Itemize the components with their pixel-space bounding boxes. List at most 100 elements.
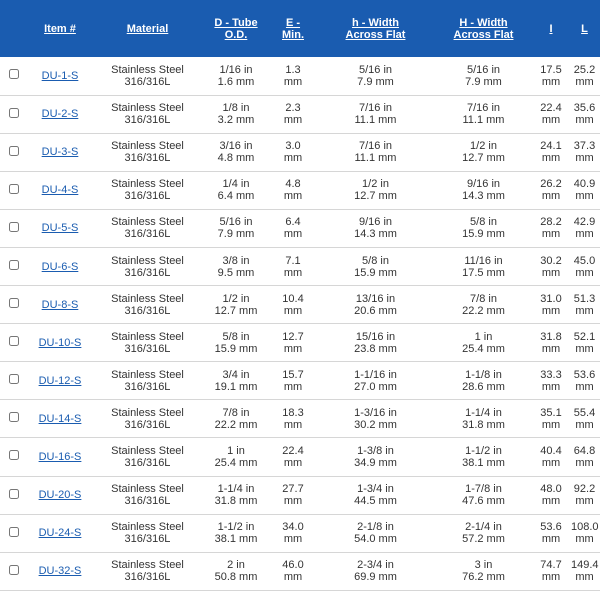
- row-select-checkbox[interactable]: [9, 183, 19, 194]
- header-h-big[interactable]: H - Width Across Flat: [434, 0, 533, 57]
- item-link[interactable]: DU-20-S: [39, 489, 82, 501]
- sort-material-link[interactable]: Material: [127, 23, 169, 35]
- i-cell-line1: 53.6: [540, 521, 562, 534]
- header-i[interactable]: I: [533, 0, 569, 57]
- h-small-cell: 1/2 in 12.7 mm: [317, 171, 434, 209]
- h-small-cell: 7/16 in 11.1 mm: [317, 133, 434, 171]
- header-h-small[interactable]: h - Width Across Flat: [317, 0, 434, 57]
- d-tube-cell-line1: 5/8 in: [222, 330, 250, 343]
- d-tube-cell-line2: 31.8 mm: [214, 495, 258, 508]
- l-cell-line1: 51.3: [573, 292, 596, 305]
- e-min-cell: 15.7 mm: [269, 362, 317, 400]
- i-cell-line1: 40.4: [540, 444, 562, 457]
- l-cell-line1: 149.4: [571, 559, 599, 572]
- row-select-checkbox[interactable]: [9, 107, 19, 118]
- h-small-cell-line1: 1-1/16 in: [354, 368, 397, 381]
- item-link[interactable]: DU-32-S: [39, 565, 82, 577]
- material-cell: Stainless Steel 316/316L: [92, 171, 203, 209]
- l-cell-line1: 45.0: [573, 254, 596, 267]
- h-big-cell: 1 in 25.4 mm: [434, 324, 533, 362]
- sort-i-link[interactable]: I: [549, 23, 552, 35]
- material-cell-line2: 316/316L: [124, 304, 171, 317]
- material-cell-line2: 316/316L: [124, 571, 171, 584]
- sort-l-link[interactable]: L: [581, 23, 588, 35]
- l-cell: 25.2 mm: [569, 57, 600, 95]
- row-select-cell: [0, 171, 28, 209]
- item-link[interactable]: DU-24-S: [39, 527, 82, 539]
- h-big-cell: 9/16 in 14.3 mm: [434, 171, 533, 209]
- row-select-checkbox[interactable]: [9, 336, 19, 347]
- e-min-cell-line2: mm: [283, 228, 303, 241]
- h-big-cell-line1: 9/16 in: [466, 178, 501, 191]
- row-select-checkbox[interactable]: [9, 564, 19, 575]
- i-cell: 74.7 mm: [533, 552, 569, 590]
- h-small-cell-line1: 1/2 in: [362, 178, 389, 191]
- h-big-cell-line1: 5/16 in: [466, 63, 501, 76]
- l-cell-line2: mm: [575, 190, 594, 203]
- item-link[interactable]: DU-1-S: [42, 70, 79, 82]
- item-link[interactable]: DU-16-S: [39, 451, 82, 463]
- sort-h-big-link[interactable]: H - Width Across Flat: [436, 17, 531, 41]
- d-tube-cell-line2: 12.7 mm: [214, 304, 258, 317]
- material-cell-line2: 316/316L: [124, 342, 171, 355]
- row-select-checkbox[interactable]: [9, 488, 19, 499]
- row-select-checkbox[interactable]: [9, 145, 19, 156]
- d-tube-cell-line2: 25.4 mm: [214, 456, 258, 469]
- sort-h-small-link[interactable]: h - Width Across Flat: [319, 17, 432, 41]
- row-select-checkbox[interactable]: [9, 260, 19, 271]
- e-min-cell-line1: 27.7: [282, 483, 304, 496]
- item-link[interactable]: DU-12-S: [39, 375, 82, 387]
- item-link[interactable]: DU-6-S: [42, 261, 79, 273]
- sort-item-link[interactable]: Item #: [44, 23, 76, 35]
- row-select-checkbox[interactable]: [9, 221, 19, 232]
- row-select-checkbox[interactable]: [9, 526, 19, 537]
- row-select-checkbox[interactable]: [9, 69, 19, 80]
- item-link[interactable]: DU-14-S: [39, 413, 82, 425]
- e-min-cell-line1: 2.3: [285, 102, 301, 115]
- header-d-tube[interactable]: D - Tube O.D.: [203, 0, 269, 57]
- material-cell-line2: 316/316L: [124, 456, 171, 469]
- item-cell: DU-14-S: [28, 400, 92, 438]
- l-cell: 53.6 mm: [569, 362, 600, 400]
- l-cell-line1: 53.6: [573, 368, 596, 381]
- row-select-checkbox[interactable]: [9, 412, 19, 423]
- item-link[interactable]: DU-10-S: [39, 337, 82, 349]
- material-cell-line1: Stainless Steel: [111, 216, 184, 229]
- material-cell-line2: 316/316L: [124, 418, 171, 431]
- header-e-min[interactable]: E - Min.: [269, 0, 317, 57]
- item-link[interactable]: DU-4-S: [42, 184, 79, 196]
- h-small-cell: 2-3/4 in 69.9 mm: [317, 552, 434, 590]
- i-cell-line1: 31.0: [540, 292, 562, 305]
- item-link[interactable]: DU-2-S: [42, 108, 79, 120]
- i-cell: 31.0 mm: [533, 286, 569, 324]
- material-cell: Stainless Steel 316/316L: [92, 476, 203, 514]
- l-cell-line2: mm: [575, 114, 594, 127]
- row-select-checkbox[interactable]: [9, 450, 19, 461]
- l-cell-line1: 40.9: [573, 178, 596, 191]
- sort-e-min-link[interactable]: E - Min.: [271, 17, 315, 41]
- e-min-cell: 27.7 mm: [269, 476, 317, 514]
- table-header-row: Item # Material D - Tube O.D. E - Min. h -…: [0, 0, 600, 57]
- h-big-cell: 3 in 76.2 mm: [434, 552, 533, 590]
- h-small-cell-line1: 5/8 in: [362, 254, 389, 267]
- sort-d-tube-link[interactable]: D - Tube O.D.: [205, 17, 267, 41]
- d-tube-cell-line2: 1.6 mm: [217, 75, 255, 88]
- header-l[interactable]: L: [569, 0, 600, 57]
- row-select-checkbox[interactable]: [9, 374, 19, 385]
- header-material[interactable]: Material: [92, 0, 203, 57]
- item-cell: DU-1-S: [28, 57, 92, 95]
- header-item[interactable]: Item #: [28, 0, 92, 57]
- h-small-cell: 1-1/16 in 27.0 mm: [317, 362, 434, 400]
- item-cell: DU-5-S: [28, 209, 92, 247]
- item-link[interactable]: DU-3-S: [42, 146, 79, 158]
- e-min-cell: 18.3 mm: [269, 400, 317, 438]
- h-small-cell-line1: 7/16 in: [358, 140, 393, 153]
- l-cell: 35.6 mm: [569, 95, 600, 133]
- i-cell-line2: mm: [541, 266, 561, 279]
- l-cell-line2: mm: [575, 342, 594, 355]
- item-link[interactable]: DU-5-S: [42, 222, 79, 234]
- item-link[interactable]: DU-8-S: [42, 299, 79, 311]
- i-cell-line2: mm: [541, 75, 561, 88]
- l-cell-line2: mm: [575, 495, 594, 508]
- row-select-checkbox[interactable]: [9, 298, 19, 309]
